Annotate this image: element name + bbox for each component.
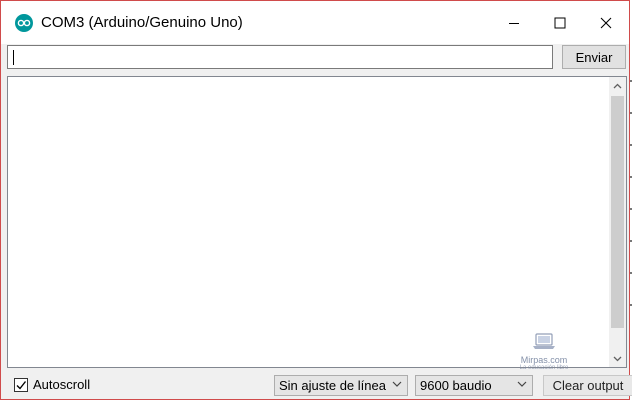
close-button[interactable] [583, 1, 629, 44]
autoscroll-label: Autoscroll [33, 377, 91, 392]
close-icon [600, 17, 612, 28]
serial-monitor-window: COM3 (Arduino/Genuino Uno) Enviar Autosc… [0, 0, 632, 400]
window-title: COM3 (Arduino/Genuino Uno) [41, 14, 243, 31]
chevron-up-icon [613, 83, 622, 88]
text-caret [13, 50, 14, 65]
mirpas-watermark: Mirpas.com La educación libre [510, 333, 578, 379]
scrollbar-thumb[interactable] [611, 96, 624, 328]
line-ending-value: Sin ajuste de línea [279, 378, 386, 393]
checkmark-icon [16, 380, 27, 390]
baud-rate-value: 9600 baudio [420, 378, 492, 393]
serial-output-area[interactable] [7, 76, 627, 368]
line-ending-select[interactable]: Sin ajuste de línea [274, 375, 408, 396]
chevron-down-icon [517, 381, 527, 387]
autoscroll-toggle[interactable]: Autoscroll [14, 377, 90, 392]
minimize-icon [509, 22, 519, 24]
maximize-button[interactable] [537, 1, 583, 44]
vertical-scrollbar[interactable] [609, 77, 626, 367]
chevron-down-icon [613, 356, 622, 361]
scroll-down-button[interactable] [609, 350, 626, 367]
scroll-up-button[interactable] [609, 77, 626, 94]
serial-input[interactable] [7, 45, 553, 69]
chevron-down-icon [392, 381, 402, 387]
watermark-tagline: La educación libre [519, 365, 569, 371]
arduino-logo-icon [15, 13, 33, 32]
autoscroll-checkbox[interactable] [14, 377, 28, 392]
send-button[interactable]: Enviar [562, 45, 626, 69]
minimize-button[interactable] [491, 1, 537, 44]
maximize-icon [554, 17, 566, 28]
watermark-name: Mirpas.com [520, 355, 568, 365]
title-bar[interactable]: COM3 (Arduino/Genuino Uno) [1, 1, 629, 44]
send-row: Enviar [7, 45, 626, 71]
laptop-logo-icon [533, 333, 555, 349]
